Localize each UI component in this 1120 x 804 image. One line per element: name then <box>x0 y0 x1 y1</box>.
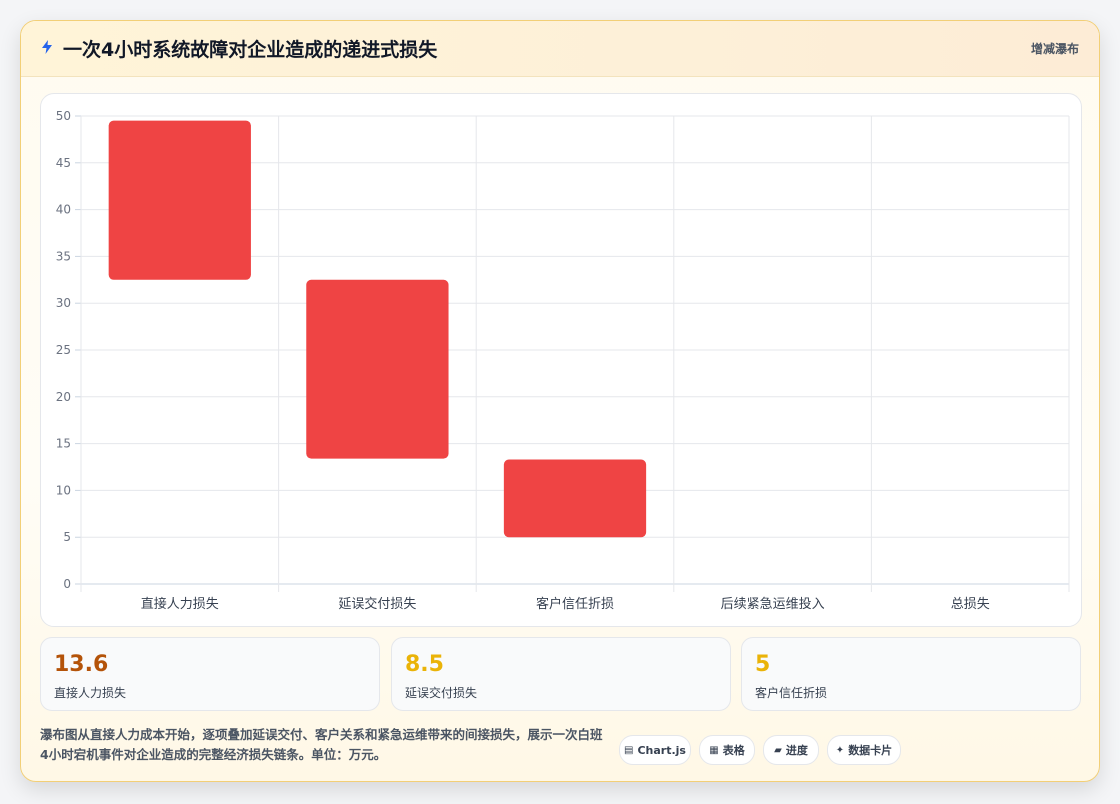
tag-chartjs[interactable]: ▤ Chart.js <box>619 735 691 765</box>
kpi-label: 延误交付损失 <box>405 686 478 700</box>
chart-description: 瀑布图从直接人力成本开始，逐项叠加延误交付、客户关系和紧急运维带来的间接损失，展… <box>40 727 603 762</box>
waterfall-bar <box>503 459 647 538</box>
x-tick-label: 延误交付损失 <box>338 596 416 612</box>
kpi-label: 直接人力损失 <box>54 686 127 700</box>
y-tick-label: 50 <box>56 109 71 123</box>
chart-icon: ▤ <box>624 744 634 756</box>
y-tick-label: 15 <box>56 437 71 451</box>
x-tick-label: 后续紧急运维投入 <box>721 596 825 612</box>
tag-label: Chart.js <box>637 743 686 757</box>
tag-table[interactable]: ▦ 表格 <box>699 735 755 765</box>
table-icon: ▦ <box>709 744 719 756</box>
card-header: 一次4小时系统故障对企业造成的递进式损失 增减瀑布 <box>21 21 1099 77</box>
progress-icon: ▰ <box>774 744 782 756</box>
x-tick-label: 客户信任折损 <box>536 596 614 612</box>
y-tick-label: 10 <box>56 483 71 497</box>
chart-panel: 0 5 10 15 20 25 30 35 40 45 50 直接人力损失 延误交付损失 客户信任折损 后续… <box>40 93 1082 627</box>
y-tick-label: 30 <box>56 296 71 310</box>
y-tick-label: 40 <box>56 203 71 217</box>
waterfall-bar <box>306 279 449 459</box>
y-tick-label: 35 <box>56 249 71 263</box>
card-icon: ✦ <box>835 744 845 756</box>
kpi-value: 13.6 <box>54 652 109 677</box>
tag-label: 数据卡片 <box>848 744 893 757</box>
chart-card: 一次4小时系统故障对企业造成的递进式损失 增减瀑布 0 5 10 15 20 25 30 35… <box>20 20 1100 782</box>
tag-progress[interactable]: ▰ 进度 <box>763 735 819 765</box>
kpi-card-2: 8.5 延误交付损失 <box>391 637 731 711</box>
tag-label: 进度 <box>785 744 808 757</box>
waterfall-bar <box>108 120 251 280</box>
lightning-icon <box>42 40 52 54</box>
y-tick-label: 5 <box>63 530 71 544</box>
x-tick-label: 总损失 <box>951 597 990 612</box>
kpi-card-3: 5 客户信任折损 <box>741 637 1081 711</box>
kpi-label: 客户信任折损 <box>755 686 828 700</box>
y-tick-label: 20 <box>56 390 71 404</box>
x-tick-label: 直接人力损失 <box>141 596 219 612</box>
y-tick-label: 0 <box>63 577 71 591</box>
y-tick-label: 45 <box>56 156 71 170</box>
y-tick-label: 25 <box>56 343 71 357</box>
chart-title: 一次4小时系统故障对企业造成的递进式损失 <box>63 39 438 61</box>
tag-label: 表格 <box>722 744 745 757</box>
tag-data-card[interactable]: ✦ 数据卡片 <box>827 735 901 765</box>
kpi-value: 5 <box>755 652 771 677</box>
chart-type-tag: 增减瀑布 <box>1030 42 1079 56</box>
kpi-card-1: 13.6 直接人力损失 <box>40 637 380 711</box>
waterfall-chart: 0 5 10 15 20 25 30 35 40 45 50 直接人力损失 延误交付损失 客户信任折损 后续… <box>56 109 1070 612</box>
kpi-value: 8.5 <box>405 652 444 677</box>
